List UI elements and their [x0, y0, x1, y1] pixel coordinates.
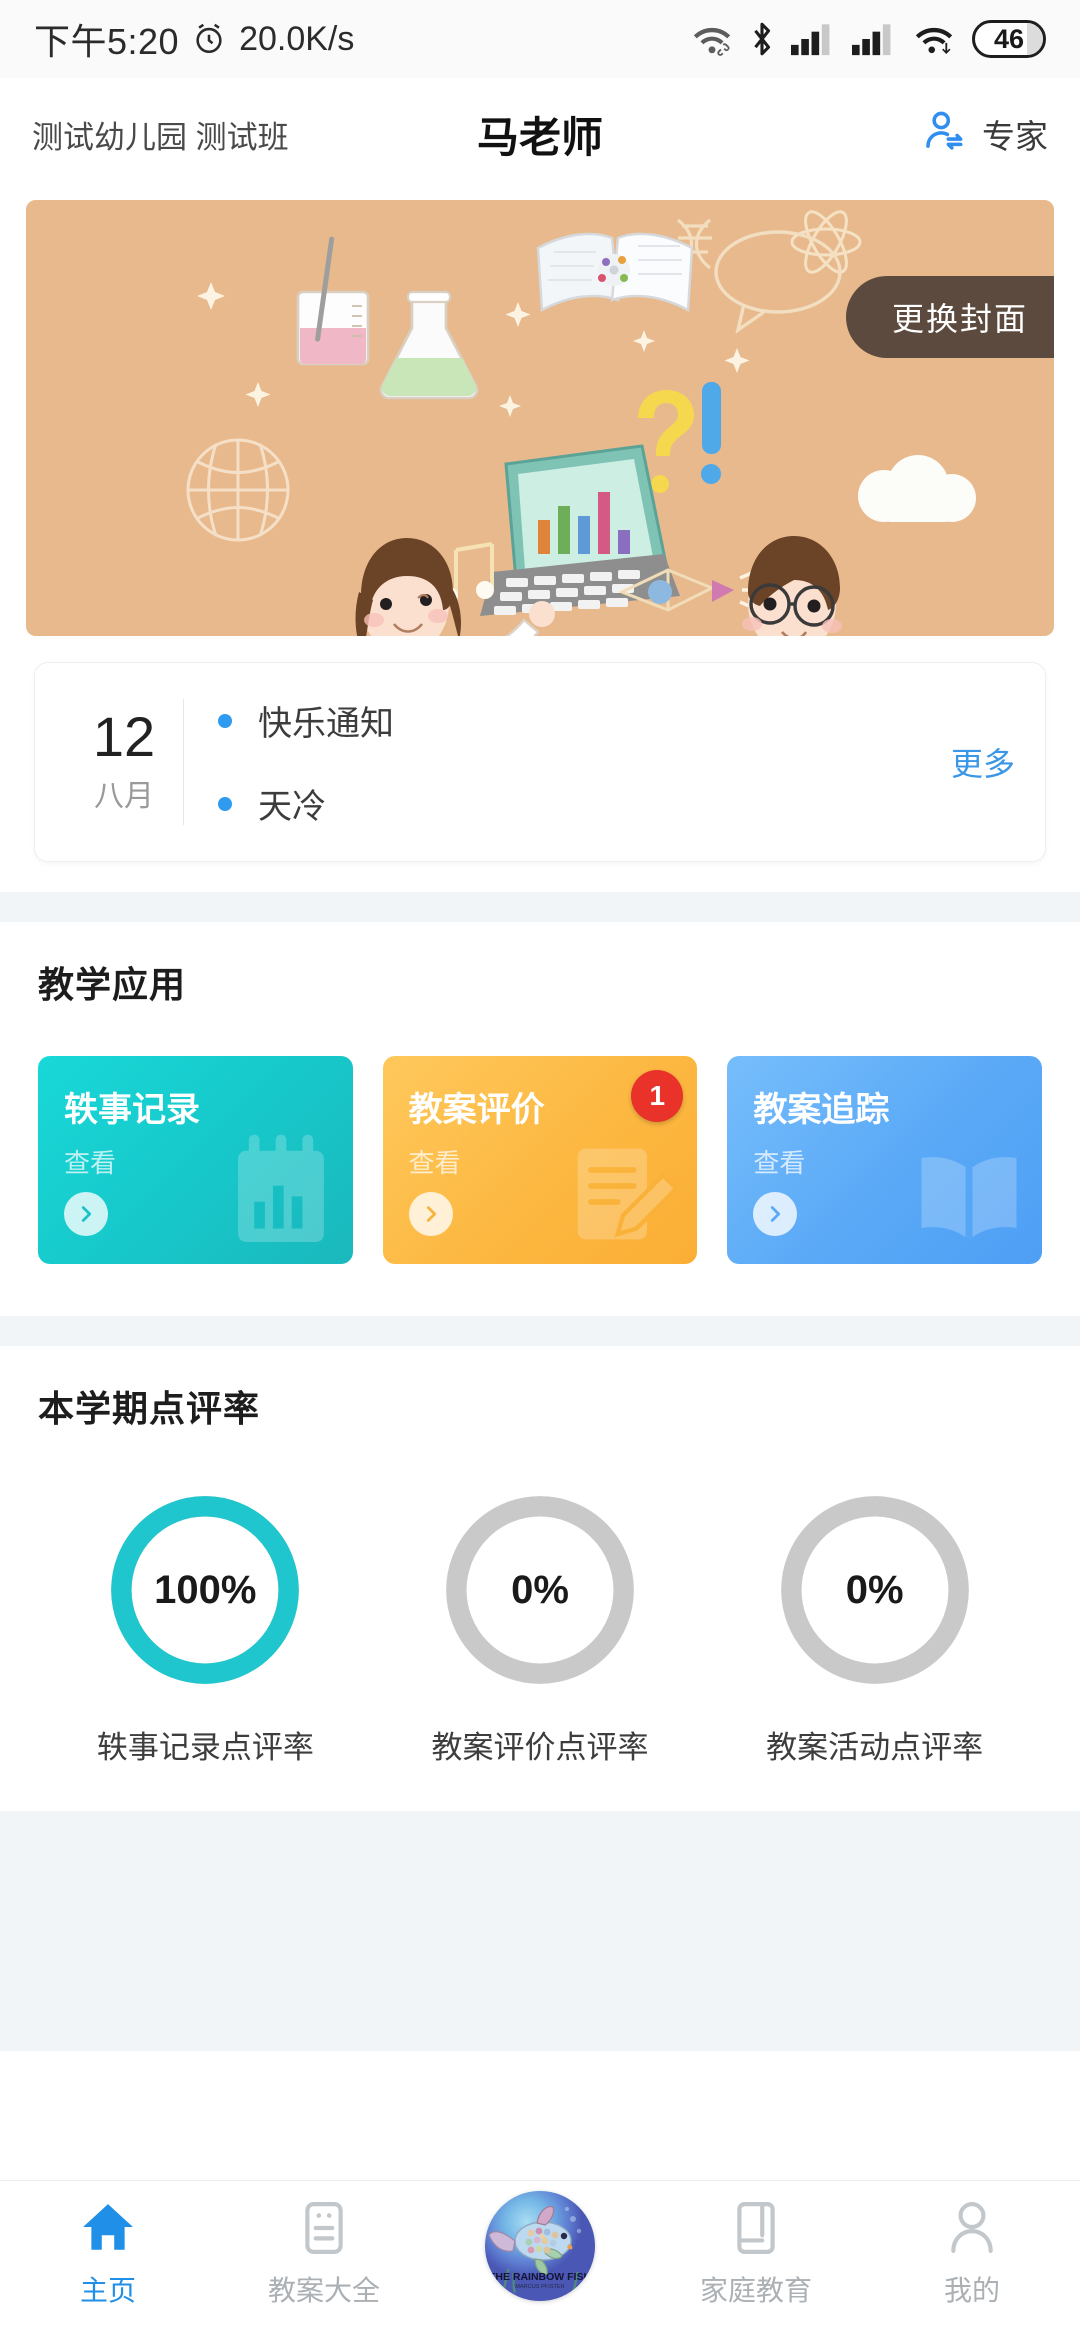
app-card-anecdotal-records[interactable]: 轶事记录 查看 [38, 1056, 353, 1264]
app-card-lesson-tracking[interactable]: 教案追踪 查看 [727, 1056, 1043, 1264]
list-item[interactable]: 快乐通知 [218, 696, 941, 745]
app-card-title: 教案追踪 [753, 1091, 890, 1129]
svg-text:MARCUS PFISTER: MARCUS PFISTER [515, 2284, 564, 2290]
progress-ring: 0% [438, 1488, 642, 1692]
notice-item-label: 快乐通知 [258, 705, 394, 743]
ring-value: 0% [845, 1567, 904, 1612]
person-switch-icon [920, 109, 966, 160]
tab-label: 主页 [79, 2275, 136, 2306]
bluetooth-icon [750, 21, 774, 57]
ring-item-evaluation: 0% 教案评价点评率 [373, 1488, 708, 1767]
app-root: 下午5:20 20.0K/s 46 测试幼儿园 测试班 马老师 专家 更换封面 … [0, 0, 1080, 2340]
section-divider [0, 892, 1080, 922]
tab-label: 我的 [943, 2275, 1000, 2306]
svg-text:THE RAINBOW FISH: THE RAINBOW FISH [489, 2271, 591, 2283]
alarm-clock-icon [192, 22, 226, 56]
wifi-link-icon [691, 22, 733, 56]
ring-label: 教案评价点评率 [431, 1730, 649, 1765]
person-icon [947, 2199, 997, 2257]
lesson-list-icon [299, 2199, 349, 2257]
ring-value: 100% [154, 1567, 257, 1612]
school-class-label: 测试幼儿园 测试班 [32, 119, 289, 155]
tab-lesson-library[interactable]: 教案大全 [216, 2199, 432, 2309]
notice-item-label: 天冷 [258, 788, 326, 826]
teaching-apps-section: 教学应用 轶事记录 查看 1 教案评价 查看 教案追踪 查看 [0, 922, 1080, 1316]
rainbow-fish-icon[interactable]: THE RAINBOW FISH MARCUS PFISTER [485, 2191, 595, 2301]
tab-label: 家庭教育 [699, 2275, 812, 2306]
notice-day: 12 [92, 705, 156, 768]
progress-ring: 100% [103, 1488, 307, 1692]
home-icon [81, 2199, 135, 2257]
section-title-comment-rate: 本学期点评率 [38, 1388, 261, 1429]
list-item[interactable]: 天冷 [218, 779, 941, 828]
chevron-right-icon[interactable] [64, 1192, 108, 1236]
battery-percent: 46 [993, 23, 1025, 54]
app-card-subtitle: 查看 [408, 1148, 461, 1178]
notice-date: 12 八月 [65, 691, 183, 833]
ring-group: 100% 轶事记录点评率 0% 教案评价点评率 0% 教案活动点评率 [38, 1432, 1042, 1811]
status-bar-right: 46 [691, 20, 1046, 58]
status-bar-left: 下午5:20 20.0K/s [34, 13, 354, 65]
notice-section: 12 八月 快乐通知 天冷 更多 [0, 636, 1080, 892]
status-bar: 下午5:20 20.0K/s 46 [0, 0, 1080, 78]
wifi-data-icon [913, 22, 955, 56]
banner-section: 更换封面 [0, 190, 1080, 636]
app-card-title: 轶事记录 [64, 1091, 200, 1129]
notice-more-link[interactable]: 更多 [941, 691, 1015, 833]
section-title-teaching-apps: 教学应用 [38, 964, 187, 1005]
ring-label: 教案活动点评率 [766, 1730, 984, 1765]
ring-item-anecdotal: 100% 轶事记录点评率 [38, 1488, 373, 1767]
network-speed: 20.0K/s [239, 19, 355, 58]
status-badge: 1 [631, 1070, 684, 1122]
ring-value: 0% [511, 1567, 569, 1612]
section-divider [0, 1316, 1080, 1346]
banner-illustration [186, 210, 976, 636]
chevron-right-icon[interactable] [753, 1192, 798, 1236]
battery-indicator: 46 [972, 20, 1046, 58]
cover-banner[interactable]: 更换封面 [26, 200, 1054, 636]
notice-month: 八月 [94, 780, 154, 813]
status-time: 下午5:20 [34, 21, 180, 62]
chevron-right-icon[interactable] [408, 1192, 453, 1236]
book-reading-icon [731, 2199, 781, 2257]
tab-mine[interactable]: 我的 [864, 2199, 1080, 2309]
tab-label: 教案大全 [267, 2275, 380, 2306]
app-header: 测试幼儿园 测试班 马老师 专家 [0, 78, 1080, 190]
notice-list: 快乐通知 天冷 [184, 691, 941, 833]
tab-family-education[interactable]: 家庭教育 [648, 2199, 864, 2309]
ring-item-activity: 0% 教案活动点评率 [707, 1488, 1042, 1767]
expert-button[interactable]: 专家 [920, 109, 1048, 160]
change-cover-button[interactable]: 更换封面 [845, 276, 1054, 358]
ring-label: 轶事记录点评率 [96, 1730, 314, 1765]
tab-home[interactable]: 主页 [0, 2199, 216, 2309]
bottom-tab-bar: 主页 教案大全 THE RAINBOW FISH MARCUS PFISTER … [0, 2180, 1080, 2340]
progress-ring: 0% [773, 1488, 977, 1692]
expert-label: 专家 [982, 118, 1048, 155]
app-card-subtitle: 查看 [753, 1148, 806, 1178]
tab-rainbow-fish[interactable]: THE RAINBOW FISH MARCUS PFISTER [432, 2191, 648, 2313]
signal-bars-sim1-icon [791, 22, 835, 56]
comment-rate-section: 本学期点评率 100% 轶事记录点评率 0% 教案评价点评率 0% 教案活动点评… [0, 1346, 1080, 1811]
app-card-subtitle: 查看 [64, 1148, 117, 1178]
app-card-lesson-evaluation[interactable]: 1 教案评价 查看 [382, 1056, 698, 1264]
signal-bars-sim2-icon [852, 22, 896, 56]
notice-card[interactable]: 12 八月 快乐通知 天冷 更多 [34, 662, 1046, 862]
bullet-dot-icon [218, 713, 232, 728]
page-bottom-spacer [0, 1811, 1080, 2051]
bullet-dot-icon [218, 796, 232, 811]
app-card-grid: 轶事记录 查看 1 教案评价 查看 教案追踪 查看 [38, 1008, 1043, 1316]
